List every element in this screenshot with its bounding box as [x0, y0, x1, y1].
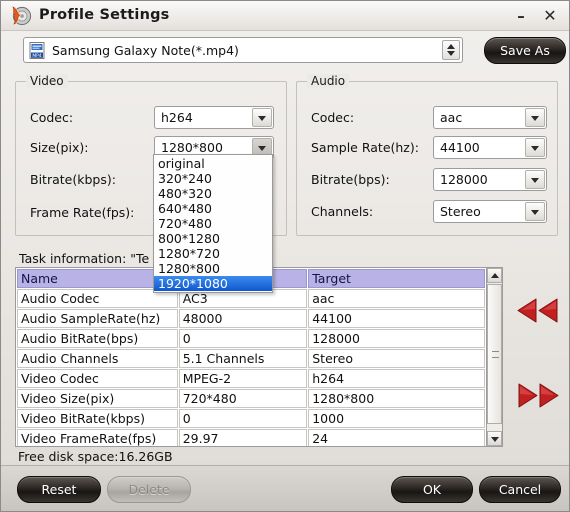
video-codec-label: Codec: [30, 110, 74, 125]
dropdown-option[interactable]: 1280*800 [154, 261, 272, 276]
profile-settings-window: Profile Settings – ✕ MP4 Samsung Galaxy … [0, 0, 570, 512]
column-header-target: Target [308, 269, 485, 288]
scrollbar-thumb[interactable] [487, 284, 502, 424]
dropdown-option[interactable]: original [154, 156, 272, 171]
video-codec-value: h264 [161, 110, 193, 125]
video-framerate-label: Frame Rate(fps): [30, 205, 135, 220]
chevron-down-icon[interactable] [525, 202, 545, 221]
minimize-icon[interactable]: – [512, 7, 530, 25]
audio-bitrate-value: 128000 [440, 172, 488, 187]
task-information-table: Name Source Target Audio CodecAC3aacAudi… [16, 268, 486, 446]
cell-name: Video Size(pix) [17, 389, 178, 408]
dropdown-option[interactable]: 480*320 [154, 186, 272, 201]
cancel-button[interactable]: Cancel [479, 476, 561, 503]
chevron-up-icon [447, 44, 455, 49]
profile-selector-row: MP4 Samsung Galaxy Note(*.mp4) Save As [11, 36, 566, 66]
cell-target: 44100 [308, 309, 485, 328]
audio-bitrate-label: Bitrate(bps): [311, 172, 390, 187]
table-row[interactable]: Audio BitRate(bps) 0 128000 [17, 329, 485, 348]
cell-name: Video Codec [17, 369, 178, 388]
delete-button: Delete [107, 476, 191, 503]
previous-task-button[interactable] [514, 296, 562, 326]
audio-codec-label: Codec: [311, 110, 355, 125]
task-information-caption: Task information: "Te [19, 251, 150, 266]
cell-target: 128000 [308, 329, 485, 348]
chevron-down-icon [447, 51, 455, 56]
cell-source: 720*480 [178, 389, 308, 408]
audio-channels-label: Channels: [311, 204, 374, 219]
audio-group-title: Audio [307, 74, 350, 88]
dropdown-option[interactable]: 720*480 [154, 216, 272, 231]
table-row[interactable]: Audio SampleRate(hz) 48000 44100 [17, 309, 485, 328]
audio-samplerate-label: Sample Rate(hz): [311, 140, 419, 155]
cell-name: Video FrameRate(fps) [17, 429, 178, 446]
chevron-down-icon[interactable] [525, 138, 545, 157]
profile-value: Samsung Galaxy Note(*.mp4) [52, 43, 239, 58]
cell-name: Audio BitRate(bps) [17, 329, 178, 348]
cell-target: 1000 [308, 409, 485, 428]
mp4-file-icon: MP4 [29, 42, 46, 59]
cell-target: 24 [308, 429, 485, 446]
audio-codec-value: aac [440, 110, 463, 125]
page-title: Profile Settings [39, 7, 170, 23]
table-row[interactable]: Video FrameRate(fps) 29.97 24 [17, 429, 485, 446]
dropdown-option[interactable]: 640*480 [154, 201, 272, 216]
scroll-up-icon[interactable] [487, 268, 502, 283]
close-icon[interactable]: ✕ [541, 7, 559, 25]
video-size-label: Size(pix): [30, 140, 89, 155]
cell-name: Audio SampleRate(hz) [17, 309, 178, 328]
free-disk-space-label: Free disk space:16.26GB [18, 449, 173, 464]
table-row[interactable]: Video BitRate(kbps) 0 1000 [17, 409, 485, 428]
chevron-down-icon[interactable] [252, 108, 272, 127]
cell-name: Video BitRate(kbps) [17, 409, 178, 428]
dropdown-option[interactable]: 1920*1080 [154, 276, 272, 291]
dropdown-option[interactable]: 320*240 [154, 171, 272, 186]
profile-combobox[interactable]: MP4 Samsung Galaxy Note(*.mp4) [23, 37, 463, 63]
reset-button[interactable]: Reset [17, 476, 101, 503]
audio-samplerate-value: 44100 [440, 140, 480, 155]
video-size-dropdown-list[interactable]: original 320*240 480*320 640*480 720*480 800*… [153, 154, 273, 293]
profile-spinner-button[interactable] [442, 40, 460, 60]
dropdown-option[interactable]: 1280*720 [154, 246, 272, 261]
table-row[interactable]: Video Codec MPEG-2 h264 [17, 369, 485, 388]
disc-ribbon-icon [10, 5, 32, 27]
table-row[interactable]: Video Size(pix) 720*480 1280*800 [17, 389, 485, 408]
video-bitrate-label: Bitrate(kbps): [30, 172, 116, 187]
chevron-down-icon[interactable] [525, 108, 545, 127]
ok-button[interactable]: OK [391, 476, 473, 503]
video-codec-combobox[interactable]: h264 [154, 106, 274, 129]
cell-source: 29.97 [178, 429, 308, 446]
dropdown-option[interactable]: 800*1280 [154, 231, 272, 246]
video-group-title: Video [26, 74, 68, 88]
video-size-value: 1280*800 [161, 140, 223, 155]
table-scrollbar[interactable] [487, 267, 503, 447]
cell-target: 1280*800 [308, 389, 485, 408]
cell-name: Audio Channels [17, 349, 178, 368]
table-row[interactable]: Audio Channels 5.1 Channels Stereo [17, 349, 485, 368]
audio-codec-combobox[interactable]: aac [433, 106, 547, 129]
cell-source: 0 [178, 409, 308, 428]
title-bar: Profile Settings – ✕ [1, 1, 569, 31]
save-as-button[interactable]: Save As [484, 37, 566, 64]
audio-channels-combobox[interactable]: Stereo [433, 200, 547, 223]
task-information-table-wrapper: Name Source Target Audio CodecAC3aacAudi… [15, 267, 487, 447]
next-task-button[interactable] [514, 381, 562, 411]
audio-bitrate-combobox[interactable]: 128000 [433, 168, 547, 191]
svg-text:MP4: MP4 [32, 53, 41, 59]
audio-settings-group: Audio Codec: aac Sample Rate(hz): 44100 … [296, 74, 558, 236]
cell-target: h264 [308, 369, 485, 388]
cell-source: 0 [178, 329, 308, 348]
chevron-down-icon[interactable] [525, 170, 545, 189]
cell-source: MPEG-2 [178, 369, 308, 388]
audio-samplerate-combobox[interactable]: 44100 [433, 136, 547, 159]
cell-target: aac [308, 289, 485, 308]
cell-source: 48000 [178, 309, 308, 328]
audio-channels-value: Stereo [440, 204, 481, 219]
cell-target: Stereo [308, 349, 485, 368]
dialog-footer: Reset Delete OK Cancel [1, 465, 569, 511]
scroll-down-icon[interactable] [487, 431, 502, 446]
cell-source: 5.1 Channels [178, 349, 308, 368]
